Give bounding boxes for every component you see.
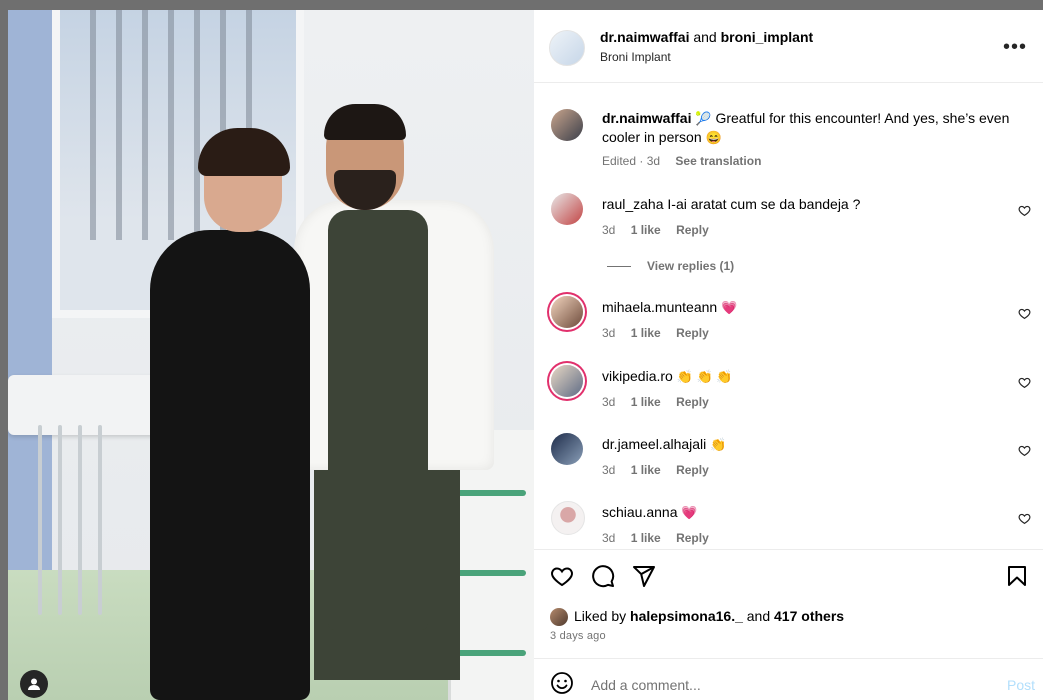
heart-icon[interactable] (1018, 307, 1031, 320)
comment-username[interactable]: mihaela.munteann (602, 299, 717, 315)
comment-meta: 3d 1 like Reply (602, 223, 721, 237)
comment-meta: 3d 1 like Reply (602, 531, 721, 545)
comment-likes[interactable]: 1 like (631, 223, 661, 237)
add-comment-bar: Add a comment... Post (534, 658, 1043, 700)
post-side-panel: dr.naimwaffai and broni_implant Broni Im… (534, 10, 1043, 700)
comment-username[interactable]: schiau.anna (602, 504, 678, 520)
heart-icon[interactable] (1018, 376, 1031, 389)
view-replies-button[interactable]: View replies (1) (607, 259, 734, 273)
comment-username[interactable]: dr.jameel.alhajali (602, 436, 706, 452)
comment-text: I-ai aratat cum se da bandeja ? (667, 196, 861, 212)
comment-reply-button[interactable]: Reply (676, 395, 709, 409)
caption-avatar[interactable] (551, 109, 583, 141)
comment-meta: 3d 1 like Reply (602, 326, 721, 340)
comment-text: 💗 (721, 300, 738, 315)
author-avatar[interactable] (549, 30, 585, 66)
photo-tube (78, 425, 82, 615)
photo-cabinet (448, 430, 534, 700)
heart-icon[interactable] (1018, 512, 1031, 525)
authors-connector: and (693, 29, 717, 45)
emoji-icon[interactable] (550, 671, 574, 695)
photo-handle (456, 570, 526, 576)
tagged-users-button[interactable] (20, 670, 48, 698)
comment-avatar[interactable] (551, 433, 583, 465)
heart-icon[interactable] (550, 564, 574, 588)
comment-avatar[interactable] (551, 365, 583, 397)
coauthor-username[interactable]: broni_implant (721, 29, 814, 45)
likes-conj: and (746, 608, 771, 624)
photo-tube (38, 425, 42, 615)
comment-time: 3d (602, 531, 616, 545)
heart-icon[interactable] (1018, 204, 1031, 217)
comment-time: 3d (602, 326, 616, 340)
comment-username[interactable]: vikipedia.ro (602, 368, 673, 384)
photo-man-hair (324, 104, 406, 140)
post-date: 3 days ago (550, 630, 606, 642)
comment-likes[interactable]: 1 like (631, 395, 661, 409)
caption-edited: Edited · 3d (602, 154, 661, 168)
photo-woman-body (150, 230, 310, 700)
comment-likes[interactable]: 1 like (631, 463, 661, 477)
liker-avatar[interactable] (550, 608, 568, 627)
likes-others[interactable]: 417 others (774, 608, 844, 624)
caption-username[interactable]: dr.naimwaffai (602, 110, 691, 126)
comment-line: dr.jameel.alhajali 👏 (602, 435, 1022, 454)
comment-reply-button[interactable]: Reply (676, 223, 709, 237)
comment-meta: 3d 1 like Reply (602, 395, 721, 409)
comment-text: 💗 (681, 505, 698, 520)
comment-time: 3d (602, 463, 616, 477)
comment-likes[interactable]: 1 like (631, 326, 661, 340)
author-username[interactable]: dr.naimwaffai (600, 29, 689, 45)
post-header: dr.naimwaffai and broni_implant Broni Im… (534, 10, 1043, 83)
likes-prefix: Liked by (574, 608, 627, 624)
comment-time: 3d (602, 395, 616, 409)
heart-icon[interactable] (1018, 444, 1031, 457)
comment-icon[interactable] (591, 564, 615, 588)
comment-line: mihaela.munteann 💗 (602, 298, 1022, 317)
photo-tube (98, 425, 102, 615)
comments-list[interactable]: dr.naimwaffai 🎾 Greatful for this encoun… (534, 83, 1043, 549)
comment-likes[interactable]: 1 like (631, 531, 661, 545)
post-actions (534, 549, 1043, 610)
caption-meta: Edited · 3d See translation (602, 154, 773, 168)
share-icon[interactable] (632, 564, 656, 588)
post-comment-button[interactable]: Post (1007, 677, 1035, 693)
photo-man-scrub (328, 210, 428, 630)
add-comment-input[interactable]: Add a comment... (591, 677, 701, 693)
user-icon (28, 678, 40, 690)
see-translation-link[interactable]: See translation (675, 154, 761, 168)
photo-dental-unit (8, 375, 158, 435)
comment-text: 👏 (710, 437, 727, 452)
comment-line: schiau.anna 💗 (602, 503, 1022, 522)
liker-username[interactable]: halepsimona16._ (630, 608, 743, 624)
post-authors: dr.naimwaffai and broni_implant (600, 29, 813, 45)
comment-reply-button[interactable]: Reply (676, 531, 709, 545)
comment-avatar[interactable] (551, 501, 585, 535)
comment-username[interactable]: raul_zaha (602, 196, 664, 212)
bookmark-icon[interactable] (1005, 564, 1029, 588)
caption-text-line: dr.naimwaffai 🎾 Greatful for this encoun… (602, 109, 1022, 147)
more-icon[interactable]: ••• (1003, 36, 1027, 59)
comment-reply-button[interactable]: Reply (676, 326, 709, 340)
likes-summary: Liked by halepsimona16._ and 417 others (550, 608, 844, 627)
photo-handle (456, 650, 526, 656)
photo-handle (456, 490, 526, 496)
caption-emoji-tail: 😄 (705, 130, 722, 145)
comment-line: vikipedia.ro 👏 👏 👏 (602, 367, 1022, 386)
post-photo[interactable] (8, 10, 534, 700)
post-location[interactable]: Broni Implant (600, 50, 671, 64)
caption-emoji-lead: 🎾 (695, 111, 712, 126)
comment-avatar[interactable] (551, 193, 583, 225)
comment-time: 3d (602, 223, 616, 237)
comment-line: raul_zaha I-ai aratat cum se da bandeja … (602, 195, 1022, 214)
comment-text: 👏 👏 👏 (676, 369, 733, 384)
photo-tube (58, 425, 62, 615)
comment-reply-button[interactable]: Reply (676, 463, 709, 477)
comment-meta: 3d 1 like Reply (602, 463, 721, 477)
comment-avatar[interactable] (551, 296, 583, 328)
post-modal: dr.naimwaffai and broni_implant Broni Im… (8, 10, 1043, 700)
